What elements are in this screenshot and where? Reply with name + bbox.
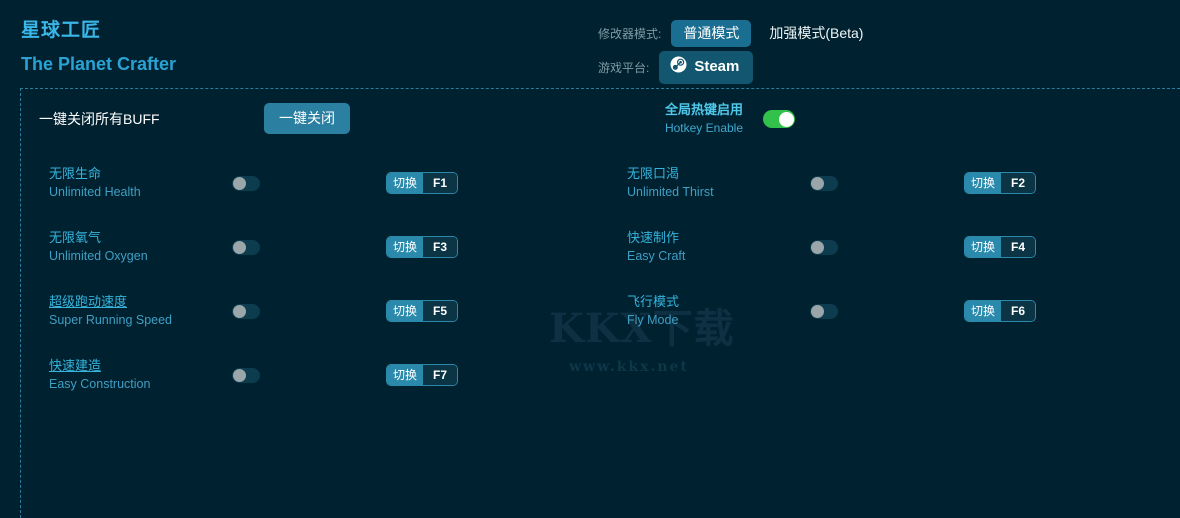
cheat-toggle-cell xyxy=(784,239,964,255)
cheat-toggle-cell xyxy=(206,239,386,255)
toggle-knob xyxy=(233,304,246,318)
hotkey-badge[interactable]: 切换 F6 xyxy=(964,300,1037,322)
cheat-row: 快速制作 Easy Craft 切换 F4 xyxy=(599,215,1139,279)
cheat-name-en: Unlimited Oxygen xyxy=(49,249,148,263)
cheat-name-cn[interactable]: 无限生命 xyxy=(49,165,206,183)
hotkey-key-label[interactable]: F6 xyxy=(1001,301,1036,321)
hotkey-key-label[interactable]: F1 xyxy=(423,173,458,193)
cheat-row: 超级跑动速度 Super Running Speed 切换 F5 xyxy=(21,279,561,343)
trainer-mode-beta-button[interactable]: 加强模式(Beta) xyxy=(757,20,875,47)
hotkey-key-label[interactable]: F3 xyxy=(423,237,458,257)
trainer-mode-row: 修改器模式: 普通模式 加强模式(Beta) xyxy=(598,19,875,47)
cheat-toggle[interactable] xyxy=(232,367,260,383)
hotkey-enable-label-cn: 全局热键启用 xyxy=(664,102,743,117)
cheat-name-en: Unlimited Thirst xyxy=(627,185,714,199)
cheat-toggle-cell xyxy=(206,175,386,191)
hotkey-badge[interactable]: 切换 F7 xyxy=(386,364,459,386)
utility-row: 一键关闭所有BUFF 一键关闭 全局热键启用 Hotkey Enable xyxy=(21,89,1180,151)
cheat-row: 无限氧气 Unlimited Oxygen 切换 F3 xyxy=(21,215,561,279)
hotkey-badge[interactable]: 切换 F1 xyxy=(386,172,459,194)
cheat-row: 快速建造 Easy Construction 切换 F7 xyxy=(21,343,561,407)
hotkey-badge[interactable]: 切换 F5 xyxy=(386,300,459,322)
cheat-labels: 无限氧气 Unlimited Oxygen xyxy=(21,229,206,265)
hotkey-enable-row: 全局热键启用 Hotkey Enable xyxy=(619,101,795,137)
hotkey-action-label: 切换 xyxy=(965,301,1002,321)
cheat-labels: 快速建造 Easy Construction xyxy=(21,357,206,393)
toggle-knob xyxy=(233,240,246,254)
hotkey-badge[interactable]: 切换 F3 xyxy=(386,236,459,258)
cheat-toggle-cell xyxy=(784,303,964,319)
page-title-en: The Planet Crafter xyxy=(21,54,177,74)
cheat-name-cn[interactable]: 快速制作 xyxy=(627,229,784,247)
game-platform-label: 游戏平台: xyxy=(598,60,650,75)
cheat-name-en: Easy Construction xyxy=(49,377,151,391)
cheat-name-cn[interactable]: 超级跑动速度 xyxy=(49,293,206,311)
cheat-name-en: Easy Craft xyxy=(627,249,686,263)
cheat-labels: 飞行模式 Fly Mode xyxy=(599,293,784,329)
cheat-toggle[interactable] xyxy=(232,303,260,319)
toggle-knob xyxy=(233,176,246,190)
trainer-mode-normal-button[interactable]: 普通模式 xyxy=(671,19,752,47)
hotkey-key-label[interactable]: F7 xyxy=(423,365,458,385)
trainer-mode-label: 修改器模式: xyxy=(598,26,662,41)
close-all-buffs-button[interactable]: 一键关闭 xyxy=(264,103,350,134)
cheat-toggle[interactable] xyxy=(232,239,260,255)
cheat-toggle[interactable] xyxy=(232,175,260,191)
toggle-knob xyxy=(811,304,824,318)
cheat-labels: 无限口渴 Unlimited Thirst xyxy=(599,165,784,201)
hotkey-enable-label-en: Hotkey Enable xyxy=(664,121,743,135)
cheat-panel: KKX下载 www.kkx.net 一键关闭所有BUFF 一键关闭 全局热键启用… xyxy=(20,88,1180,518)
hotkey-action-label: 切换 xyxy=(965,237,1002,257)
hotkey-action-label: 切换 xyxy=(965,173,1002,193)
cheat-labels: 无限生命 Unlimited Health xyxy=(21,165,206,201)
cheat-name-en: Unlimited Health xyxy=(49,185,141,199)
toggle-knob xyxy=(778,111,794,127)
hotkey-enable-toggle[interactable] xyxy=(763,110,795,128)
hotkey-key-label[interactable]: F4 xyxy=(1001,237,1036,257)
hotkey-action-label: 切换 xyxy=(387,173,424,193)
title-block: 星球工匠 The Planet Crafter xyxy=(21,18,176,77)
toggle-knob xyxy=(811,240,824,254)
cheat-name-en: Super Running Speed xyxy=(49,313,173,327)
toggle-knob xyxy=(811,176,824,190)
cheat-name-cn[interactable]: 飞行模式 xyxy=(627,293,784,311)
cheat-name-cn[interactable]: 无限口渴 xyxy=(627,165,784,183)
cheat-toggle-cell xyxy=(784,175,964,191)
hotkey-key-label[interactable]: F5 xyxy=(423,301,458,321)
cheat-name-cn[interactable]: 无限氧气 xyxy=(49,229,206,247)
platform-steam-button[interactable]: Steam xyxy=(659,50,754,84)
cheat-toggle[interactable] xyxy=(810,239,838,255)
close-all-buffs-label: 一键关闭所有BUFF xyxy=(39,111,160,127)
cheat-toggle[interactable] xyxy=(810,303,838,319)
hotkey-badge[interactable]: 切换 F2 xyxy=(964,172,1037,194)
hotkey-action-label: 切换 xyxy=(387,301,424,321)
app-header: 星球工匠 The Planet Crafter 修改器模式: 普通模式 加强模式… xyxy=(0,0,1180,88)
toggle-knob xyxy=(233,368,246,382)
hotkey-action-label: 切换 xyxy=(387,237,424,257)
cheat-row: 无限生命 Unlimited Health 切换 F1 xyxy=(21,151,561,215)
platform-steam-label: Steam xyxy=(694,58,740,75)
cheat-labels: 快速制作 Easy Craft xyxy=(599,229,784,265)
hotkey-enable-labels: 全局热键启用 Hotkey Enable xyxy=(619,101,763,137)
page-title-cn: 星球工匠 xyxy=(21,20,102,41)
cheat-name-en: Fly Mode xyxy=(627,313,679,327)
watermark-url: www.kkx.net xyxy=(569,359,689,375)
cheat-labels: 超级跑动速度 Super Running Speed xyxy=(21,293,206,329)
cheat-toggle-cell xyxy=(206,303,386,319)
cheat-toggle-cell xyxy=(206,367,386,383)
steam-icon xyxy=(670,56,687,78)
cheat-row: 飞行模式 Fly Mode 切换 F6 xyxy=(599,279,1139,343)
game-platform-row: 游戏平台: Steam xyxy=(598,50,754,84)
cheat-name-cn[interactable]: 快速建造 xyxy=(49,357,206,375)
hotkey-key-label[interactable]: F2 xyxy=(1001,173,1036,193)
hotkey-action-label: 切换 xyxy=(387,365,424,385)
cheat-toggle[interactable] xyxy=(810,175,838,191)
hotkey-badge[interactable]: 切换 F4 xyxy=(964,236,1037,258)
cheat-row: 无限口渴 Unlimited Thirst 切换 F2 xyxy=(599,151,1139,215)
